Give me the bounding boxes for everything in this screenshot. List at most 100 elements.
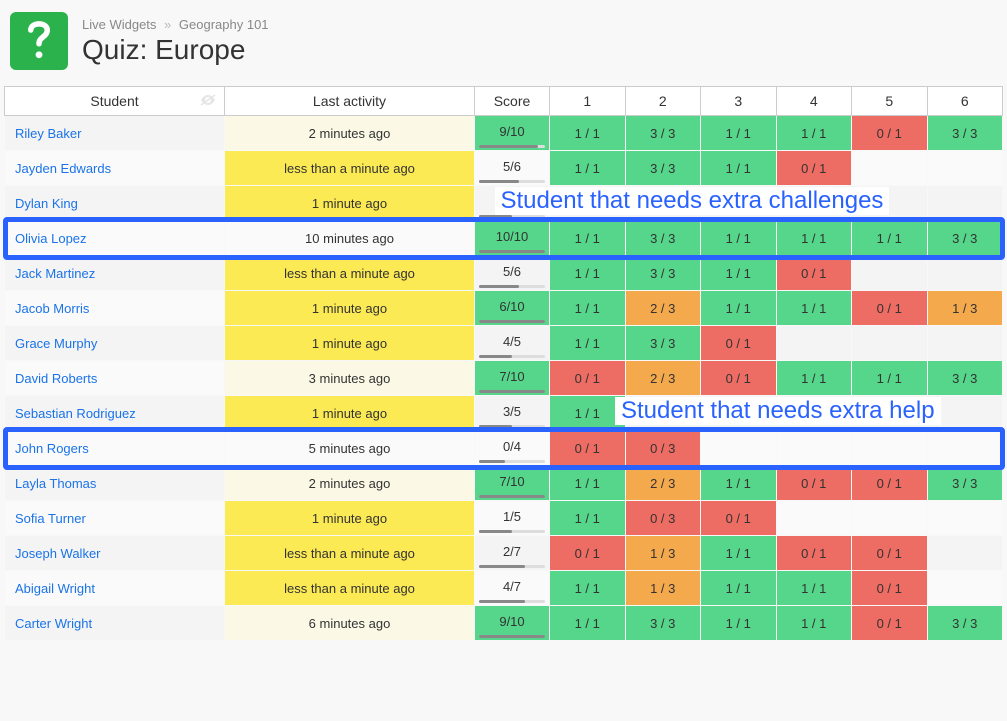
student-name-link[interactable]: Dylan King xyxy=(5,186,225,221)
question-score-cell: 1 / 1 xyxy=(701,571,777,606)
score-progress-fill xyxy=(479,565,525,568)
question-score-cell: 0 / 1 xyxy=(776,151,852,186)
breadcrumb-link-course[interactable]: Geography 101 xyxy=(179,17,269,32)
student-name-link[interactable]: David Roberts xyxy=(5,361,225,396)
score-cell: 9/10 xyxy=(475,606,550,641)
page-title: Quiz: Europe xyxy=(82,34,269,66)
column-header-q2[interactable]: 2 xyxy=(625,87,701,116)
question-score-cell: 1 / 1 xyxy=(550,151,626,186)
score-progress-track xyxy=(479,530,545,533)
column-header-q5[interactable]: 5 xyxy=(852,87,928,116)
question-score-cell xyxy=(852,326,928,361)
question-score-cell: 0 / 1 xyxy=(550,536,626,571)
score-progress-fill xyxy=(479,285,519,288)
question-score-cell: 0 / 1 xyxy=(852,606,928,641)
table-header-row: Student Last activity Score 1 2 3 4 5 6 xyxy=(5,87,1003,116)
question-score-cell: 0 / 1 xyxy=(852,571,928,606)
question-score-cell xyxy=(776,431,852,466)
last-activity-cell: less than a minute ago xyxy=(225,536,475,571)
question-score-cell xyxy=(852,431,928,466)
column-header-q4[interactable]: 4 xyxy=(776,87,852,116)
question-score-cell: 3 / 3 xyxy=(927,606,1003,641)
student-name-link[interactable]: Joseph Walker xyxy=(5,536,225,571)
student-name-link[interactable]: Layla Thomas xyxy=(5,466,225,501)
student-name-link[interactable]: John Rogers xyxy=(5,431,225,466)
question-score-cell: 1 / 1 xyxy=(550,606,626,641)
question-score-cell: 0 / 1 xyxy=(776,256,852,291)
question-score-cell: 1 / 1 xyxy=(701,151,777,186)
question-score-cell: 3 / 3 xyxy=(927,116,1003,151)
question-score-cell: 1 / 1 xyxy=(701,536,777,571)
question-score-cell: 1 / 1 xyxy=(550,501,626,536)
question-score-cell: 1 / 1 xyxy=(701,256,777,291)
question-score-cell: 1 / 1 xyxy=(550,466,626,501)
table-row: Abigail Wrightless than a minute ago4/71… xyxy=(5,571,1003,606)
question-score-cell: 1 / 1 xyxy=(776,606,852,641)
visibility-toggle-icon[interactable] xyxy=(200,93,216,109)
score-progress-fill xyxy=(479,355,512,358)
last-activity-cell: 3 minutes ago xyxy=(225,361,475,396)
column-header-activity[interactable]: Last activity xyxy=(225,87,475,116)
table-row: Grace Murphy1 minute ago4/51 / 13 / 30 /… xyxy=(5,326,1003,361)
question-score-cell: 0 / 3 xyxy=(625,501,701,536)
question-score-cell xyxy=(852,501,928,536)
last-activity-cell: 1 minute ago xyxy=(225,501,475,536)
question-score-cell: 3 / 3 xyxy=(625,151,701,186)
score-progress-fill xyxy=(479,215,512,218)
score-progress-track xyxy=(479,355,545,358)
score-cell: 9/10 xyxy=(475,116,550,151)
question-score-cell: 0 / 1 xyxy=(852,291,928,326)
question-score-cell: 1 / 1 xyxy=(852,361,928,396)
table-row: Jayden Edwardsless than a minute ago5/61… xyxy=(5,151,1003,186)
score-cell: 7/10 xyxy=(475,361,550,396)
student-name-link[interactable]: Jacob Morris xyxy=(5,291,225,326)
student-name-link[interactable]: Sebastian Rodriguez xyxy=(5,396,225,431)
student-name-link[interactable]: Riley Baker xyxy=(5,116,225,151)
annotation-label-challenges: Student that needs extra challenges xyxy=(495,187,890,215)
question-score-cell: 1 / 1 xyxy=(776,291,852,326)
score-cell: 4/5 xyxy=(475,326,550,361)
question-score-cell xyxy=(927,151,1003,186)
last-activity-cell: 1 minute ago xyxy=(225,326,475,361)
student-name-link[interactable]: Abigail Wright xyxy=(5,571,225,606)
last-activity-cell: 1 minute ago xyxy=(225,396,475,431)
annotation-label-help: Student that needs extra help xyxy=(615,397,941,425)
question-score-cell: 1 / 1 xyxy=(852,221,928,256)
question-score-cell xyxy=(701,431,777,466)
question-score-cell: 1 / 1 xyxy=(550,256,626,291)
column-header-score[interactable]: Score xyxy=(475,87,550,116)
question-score-cell: 1 / 1 xyxy=(550,291,626,326)
column-header-q1[interactable]: 1 xyxy=(550,87,626,116)
question-score-cell: 3 / 3 xyxy=(927,361,1003,396)
column-header-q6[interactable]: 6 xyxy=(927,87,1003,116)
question-score-cell: 1 / 3 xyxy=(625,571,701,606)
question-score-cell: 0 / 1 xyxy=(852,466,928,501)
column-header-q3[interactable]: 3 xyxy=(701,87,777,116)
last-activity-cell: 1 minute ago xyxy=(225,186,475,221)
score-cell: 1/5 xyxy=(475,501,550,536)
table-row: Jacob Morris1 minute ago6/101 / 12 / 31 … xyxy=(5,291,1003,326)
last-activity-cell: 6 minutes ago xyxy=(225,606,475,641)
score-cell: 2/7 xyxy=(475,536,550,571)
student-name-link[interactable]: Jayden Edwards xyxy=(5,151,225,186)
question-score-cell: 0 / 1 xyxy=(550,431,626,466)
student-name-link[interactable]: Grace Murphy xyxy=(5,326,225,361)
column-header-student[interactable]: Student xyxy=(5,87,225,116)
student-name-link[interactable]: Sofia Turner xyxy=(5,501,225,536)
question-score-cell: 1 / 1 xyxy=(701,291,777,326)
student-name-link[interactable]: Carter Wright xyxy=(5,606,225,641)
score-progress-track xyxy=(479,180,545,183)
score-progress-track xyxy=(479,635,545,638)
last-activity-cell: 5 minutes ago xyxy=(225,431,475,466)
question-score-cell xyxy=(852,256,928,291)
score-progress-fill xyxy=(479,635,545,638)
table-row: John Rogers5 minutes ago0/40 / 10 / 3 xyxy=(5,431,1003,466)
student-name-link[interactable]: Olivia Lopez xyxy=(5,221,225,256)
question-score-cell: 1 / 3 xyxy=(927,291,1003,326)
score-progress-fill xyxy=(479,390,545,393)
breadcrumb-link-widgets[interactable]: Live Widgets xyxy=(82,17,156,32)
question-score-cell: 3 / 3 xyxy=(625,116,701,151)
student-name-link[interactable]: Jack Martinez xyxy=(5,256,225,291)
question-score-cell xyxy=(927,326,1003,361)
question-score-cell: 1 / 1 xyxy=(550,571,626,606)
